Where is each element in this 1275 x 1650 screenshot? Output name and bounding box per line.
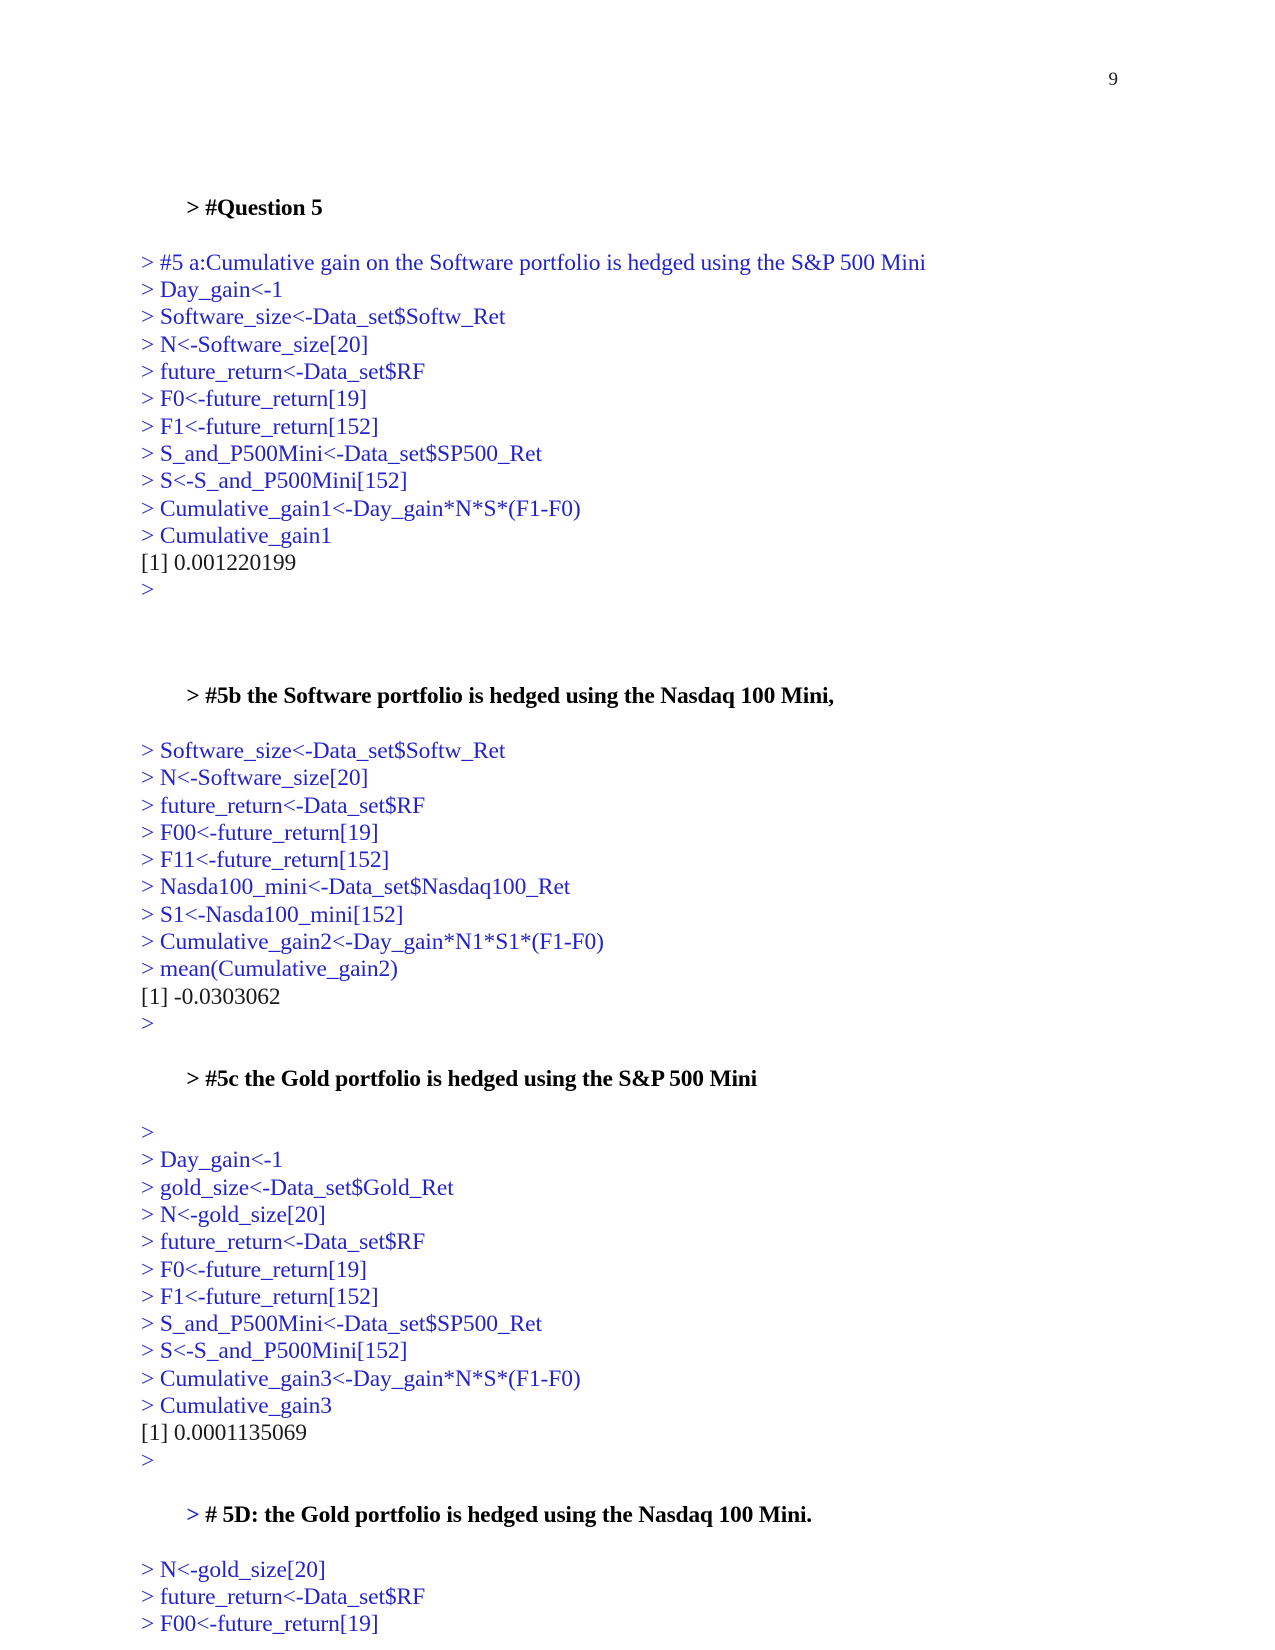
console-output-line: [1] 0.0001135069: [141, 1420, 307, 1447]
transcript-block-question-5d: > # 5D: the Gold portfolio is hedged usi…: [141, 1475, 1141, 1639]
console-output-line: [1] 0.001220199: [141, 550, 297, 577]
console-command-line: > Cumulative_gain1<-Day_gain*N*S*(F1-F0): [141, 495, 581, 522]
console-command-line: > F0<-future_return[19]: [141, 1256, 367, 1283]
r-console-transcript: > #Question 5 > #5 a:Cumulative gain on …: [141, 168, 1141, 1639]
console-command-line: > Cumulative_gain3<-Day_gain*N*S*(F1-F0): [141, 1365, 581, 1392]
console-command-line: > #5 a:Cumulative gain on the Software p…: [141, 249, 926, 276]
console-command-line: > Nasda100_mini<-Data_set$Nasdaq100_Ret: [141, 874, 571, 901]
console-command-line: > Software_size<-Data_set$Softw_Ret: [141, 304, 506, 331]
console-command-line: > gold_size<-Data_set$Gold_Ret: [141, 1174, 454, 1201]
transcript-block-question-5c: > #5c the Gold portfolio is hedged using…: [141, 1038, 1141, 1475]
console-command-line: > future_return<-Data_set$RF: [141, 1229, 426, 1256]
console-empty-prompt: >: [141, 1010, 155, 1037]
console-command-line: > S1<-Nasda100_mini[152]: [141, 901, 404, 928]
console-prompt-symbol: >: [186, 1502, 206, 1529]
console-command-line: > N<-gold_size[20]: [141, 1201, 326, 1228]
console-empty-prompt: >: [141, 577, 155, 604]
console-command-line: > F00<-future_return[19]: [141, 819, 379, 846]
document-page: 9 > #Question 5 > #5 a:Cumulative gain o…: [0, 0, 1275, 1650]
section-header-5b-text: > #5b the Software portfolio is hedged u…: [186, 683, 834, 710]
console-command-line: > S<-S_and_P500Mini[152]: [141, 1338, 408, 1365]
console-command-line: > F0<-future_return[19]: [141, 386, 367, 413]
section-header-question5: > #Question 5: [141, 168, 1141, 250]
console-command-line: > Cumulative_gain1: [141, 522, 332, 549]
console-command-line: > mean(Cumulative_gain2): [141, 956, 398, 983]
console-empty-prompt: >: [141, 1447, 155, 1474]
console-command-line: > F1<-future_return[152]: [141, 1283, 379, 1310]
section-header-5d: > # 5D: the Gold portfolio is hedged usi…: [141, 1475, 1141, 1557]
console-command-line: > S_and_P500Mini<-Data_set$SP500_Ret: [141, 1311, 542, 1338]
console-output-line: [1] -0.0303062: [141, 983, 281, 1010]
console-command-line: > Software_size<-Data_set$Softw_Ret: [141, 737, 506, 764]
console-command-line: > F1<-future_return[152]: [141, 413, 379, 440]
console-command-line: > S<-S_and_P500Mini[152]: [141, 468, 408, 495]
console-empty-prompt: >: [141, 1120, 155, 1147]
console-command-line: > future_return<-Data_set$RF: [141, 792, 426, 819]
transcript-block-question-5: > #Question 5 > #5 a:Cumulative gain on …: [141, 168, 1141, 656]
console-command-line: > Cumulative_gain3: [141, 1393, 332, 1420]
console-command-line: > F11<-future_return[152]: [141, 847, 390, 874]
console-command-line: > Day_gain<-1: [141, 1147, 284, 1174]
section-header-question5-text: > #Question 5: [186, 195, 323, 222]
console-command-line: > S_and_P500Mini<-Data_set$SP500_Ret: [141, 440, 542, 467]
console-command-line: > N<-Software_size[20]: [141, 331, 369, 358]
console-command-line: > Cumulative_gain2<-Day_gain*N1*S1*(F1-F…: [141, 929, 604, 956]
console-command-line: > future_return<-Data_set$RF: [141, 359, 426, 386]
transcript-block-question-5b: > #5b the Software portfolio is hedged u…: [141, 656, 1141, 1038]
section-header-5c-text: > #5c the Gold portfolio is hedged using…: [186, 1065, 758, 1092]
page-number: 9: [1108, 69, 1119, 90]
console-command-line: > F00<-future_return[19]: [141, 1611, 379, 1638]
console-command-line: > N<-Software_size[20]: [141, 765, 369, 792]
section-header-5c: > #5c the Gold portfolio is hedged using…: [141, 1038, 1141, 1120]
section-header-5d-text: # 5D: the Gold portfolio is hedged using…: [205, 1502, 812, 1529]
console-command-line: > N<-gold_size[20]: [141, 1556, 326, 1583]
section-header-5b: > #5b the Software portfolio is hedged u…: [141, 656, 1141, 738]
console-command-line: > future_return<-Data_set$RF: [141, 1584, 426, 1611]
console-command-line: > Day_gain<-1: [141, 277, 284, 304]
